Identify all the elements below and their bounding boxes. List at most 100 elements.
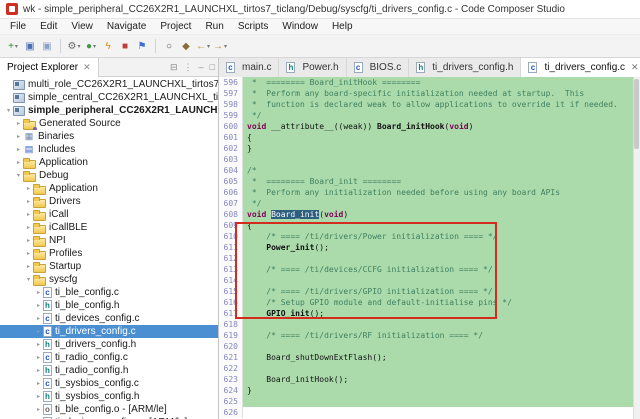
code-text[interactable]: Board_initHook(); <box>243 374 640 385</box>
menu-view[interactable]: View <box>64 20 100 33</box>
search-icon[interactable]: ○ <box>161 38 177 55</box>
tab-project-explorer[interactable]: Project Explorer ✕ <box>0 57 99 77</box>
tree-item[interactable]: ▸ c ti_radio_config.c <box>0 351 218 364</box>
code-line[interactable]: 606 * Perform any initialization needed … <box>219 187 640 198</box>
code-text[interactable] <box>243 154 640 165</box>
tree-item[interactable]: ▾ syscfg <box>0 273 218 286</box>
tree-item[interactable]: simple_central_CC26X2R1_LAUNCHXL_tir <box>0 91 218 104</box>
code-line[interactable]: 610 /* ==== /ti/drivers/Power initializa… <box>219 231 640 242</box>
chevron-right-icon[interactable]: ▸ <box>24 224 33 231</box>
line-number[interactable]: 605 <box>219 176 243 187</box>
line-number[interactable]: 611 <box>219 242 243 253</box>
menu-scripts[interactable]: Scripts <box>231 20 276 33</box>
view-menu-icon[interactable]: ⋮ <box>181 62 196 73</box>
menu-window[interactable]: Window <box>275 20 325 33</box>
tree-item[interactable]: ▸ c ti_drivers_config.c <box>0 325 218 338</box>
code-text[interactable]: /* ==== /ti/drivers/Power initialization… <box>243 231 640 242</box>
code-text[interactable]: Board_shutDownExtFlash(); <box>243 352 640 363</box>
line-number[interactable]: 598 <box>219 99 243 110</box>
chevron-right-icon[interactable]: ▸ <box>14 146 23 153</box>
collapse-all-icon[interactable]: ⊟ <box>167 62 181 73</box>
tree-item[interactable]: ▸ c ti_ble_config.c <box>0 286 218 299</box>
tree-item[interactable]: ▸ Application <box>0 156 218 169</box>
line-number[interactable]: 624 <box>219 385 243 396</box>
tree-item[interactable]: ▾ simple_peripheral_CC26X2R1_LAUNCHX <box>0 104 218 117</box>
tree-item[interactable]: ▸ c ti_sysbios_config.c <box>0 377 218 390</box>
tree-item[interactable]: ▸ Profiles <box>0 247 218 260</box>
code-line[interactable]: 597 * Perform any board-specific initial… <box>219 88 640 99</box>
code-line[interactable]: 604/* <box>219 165 640 176</box>
code-text[interactable] <box>243 341 640 352</box>
chevron-right-icon[interactable]: ▸ <box>34 393 43 400</box>
code-text[interactable]: * Perform any board-specific initializat… <box>243 88 640 99</box>
back-dropdown-icon[interactable]: ▾ <box>207 43 210 50</box>
code-line[interactable]: 623 Board_initHook(); <box>219 374 640 385</box>
line-number[interactable]: 603 <box>219 154 243 165</box>
line-number[interactable]: 597 <box>219 88 243 99</box>
code-text[interactable]: */ <box>243 198 640 209</box>
code-line[interactable]: 617 GPIO_init(); <box>219 308 640 319</box>
code-line[interactable]: 613 /* ==== /ti/devices/CCFG initializat… <box>219 264 640 275</box>
bookmark-icon[interactable]: ◆ <box>178 38 194 55</box>
chevron-right-icon[interactable]: ▸ <box>14 133 23 140</box>
code-line[interactable]: 596 * ======== Board_initHook ======== <box>219 77 640 88</box>
chevron-right-icon[interactable]: ▸ <box>24 198 33 205</box>
code-text[interactable]: * ======== Board_init ======== <box>243 176 640 187</box>
tree-item[interactable]: ▸ h ti_ble_config.h <box>0 299 218 312</box>
menu-file[interactable]: File <box>3 20 33 33</box>
line-number[interactable]: 625 <box>219 396 243 407</box>
line-number[interactable]: 617 <box>219 308 243 319</box>
code-text[interactable]: * ======== Board_initHook ======== <box>243 77 640 88</box>
code-text[interactable]: */ <box>243 110 640 121</box>
line-number[interactable]: 621 <box>219 352 243 363</box>
code-text[interactable]: void Board_init(void) <box>243 209 640 220</box>
chevron-right-icon[interactable]: ▸ <box>34 367 43 374</box>
code-text[interactable] <box>243 407 640 418</box>
code-text[interactable]: * Perform any initialization needed befo… <box>243 187 640 198</box>
forward-dropdown-icon[interactable]: ▾ <box>224 43 227 50</box>
code-text[interactable]: GPIO_init(); <box>243 308 640 319</box>
line-number[interactable]: 599 <box>219 110 243 121</box>
code-line[interactable]: 616 /* Setup GPIO module and default-ini… <box>219 297 640 308</box>
line-number[interactable]: 613 <box>219 264 243 275</box>
chevron-right-icon[interactable]: ▸ <box>34 380 43 387</box>
chevron-right-icon[interactable]: ▸ <box>34 315 43 322</box>
code-line[interactable]: 607 */ <box>219 198 640 209</box>
minimize-icon[interactable]: – <box>196 62 207 72</box>
code-line[interactable]: 603 <box>219 154 640 165</box>
code-line[interactable]: 625 <box>219 396 640 407</box>
tree-item[interactable]: ▸ h ti_drivers_config.h <box>0 338 218 351</box>
chevron-right-icon[interactable]: ▸ <box>34 328 43 335</box>
tree-item[interactable]: ▾ Debug <box>0 169 218 182</box>
chevron-down-icon[interactable]: ▾ <box>24 276 33 283</box>
chevron-right-icon[interactable]: ▸ <box>24 211 33 218</box>
code-line[interactable]: 619 /* ==== /ti/drivers/RF initializatio… <box>219 330 640 341</box>
build-dropdown-icon[interactable]: ▾ <box>77 43 80 50</box>
line-number[interactable]: 601 <box>219 132 243 143</box>
code-text[interactable]: /* Setup GPIO module and default-initial… <box>243 297 640 308</box>
tree-item[interactable]: ▸ Generated Source <box>0 117 218 130</box>
line-number[interactable]: 606 <box>219 187 243 198</box>
back-icon[interactable]: ← ▾ <box>195 38 211 55</box>
chevron-right-icon[interactable]: ▸ <box>34 406 43 413</box>
editor-tab[interactable]: c ti_drivers_config.c ✕ <box>521 57 640 77</box>
line-number[interactable]: 614 <box>219 275 243 286</box>
code-text[interactable] <box>243 396 640 407</box>
code-line[interactable]: 615 /* ==== /ti/drivers/GPIO initializat… <box>219 286 640 297</box>
menu-help[interactable]: Help <box>325 20 360 33</box>
tree-item[interactable]: multi_role_CC26X2R1_LAUNCHXL_tirtos7 <box>0 78 218 91</box>
debug-dropdown-icon[interactable]: ▾ <box>93 43 96 50</box>
code-text[interactable]: } <box>243 385 640 396</box>
build-icon[interactable]: ⚙ ▾ <box>66 38 82 55</box>
chevron-right-icon[interactable]: ▸ <box>24 237 33 244</box>
editor-scrollbar[interactable] <box>633 77 640 419</box>
tree-item[interactable]: ▸ ▦ Binaries <box>0 130 218 143</box>
chevron-right-icon[interactable]: ▸ <box>34 341 43 348</box>
line-number[interactable]: 612 <box>219 253 243 264</box>
line-number[interactable]: 596 <box>219 77 243 88</box>
tree-item[interactable]: ▸ Startup <box>0 260 218 273</box>
tree-item[interactable]: ▸ NPI <box>0 234 218 247</box>
code-text[interactable]: /* ==== /ti/drivers/GPIO initialization … <box>243 286 640 297</box>
chevron-right-icon[interactable]: ▸ <box>24 250 33 257</box>
line-number[interactable]: 618 <box>219 319 243 330</box>
